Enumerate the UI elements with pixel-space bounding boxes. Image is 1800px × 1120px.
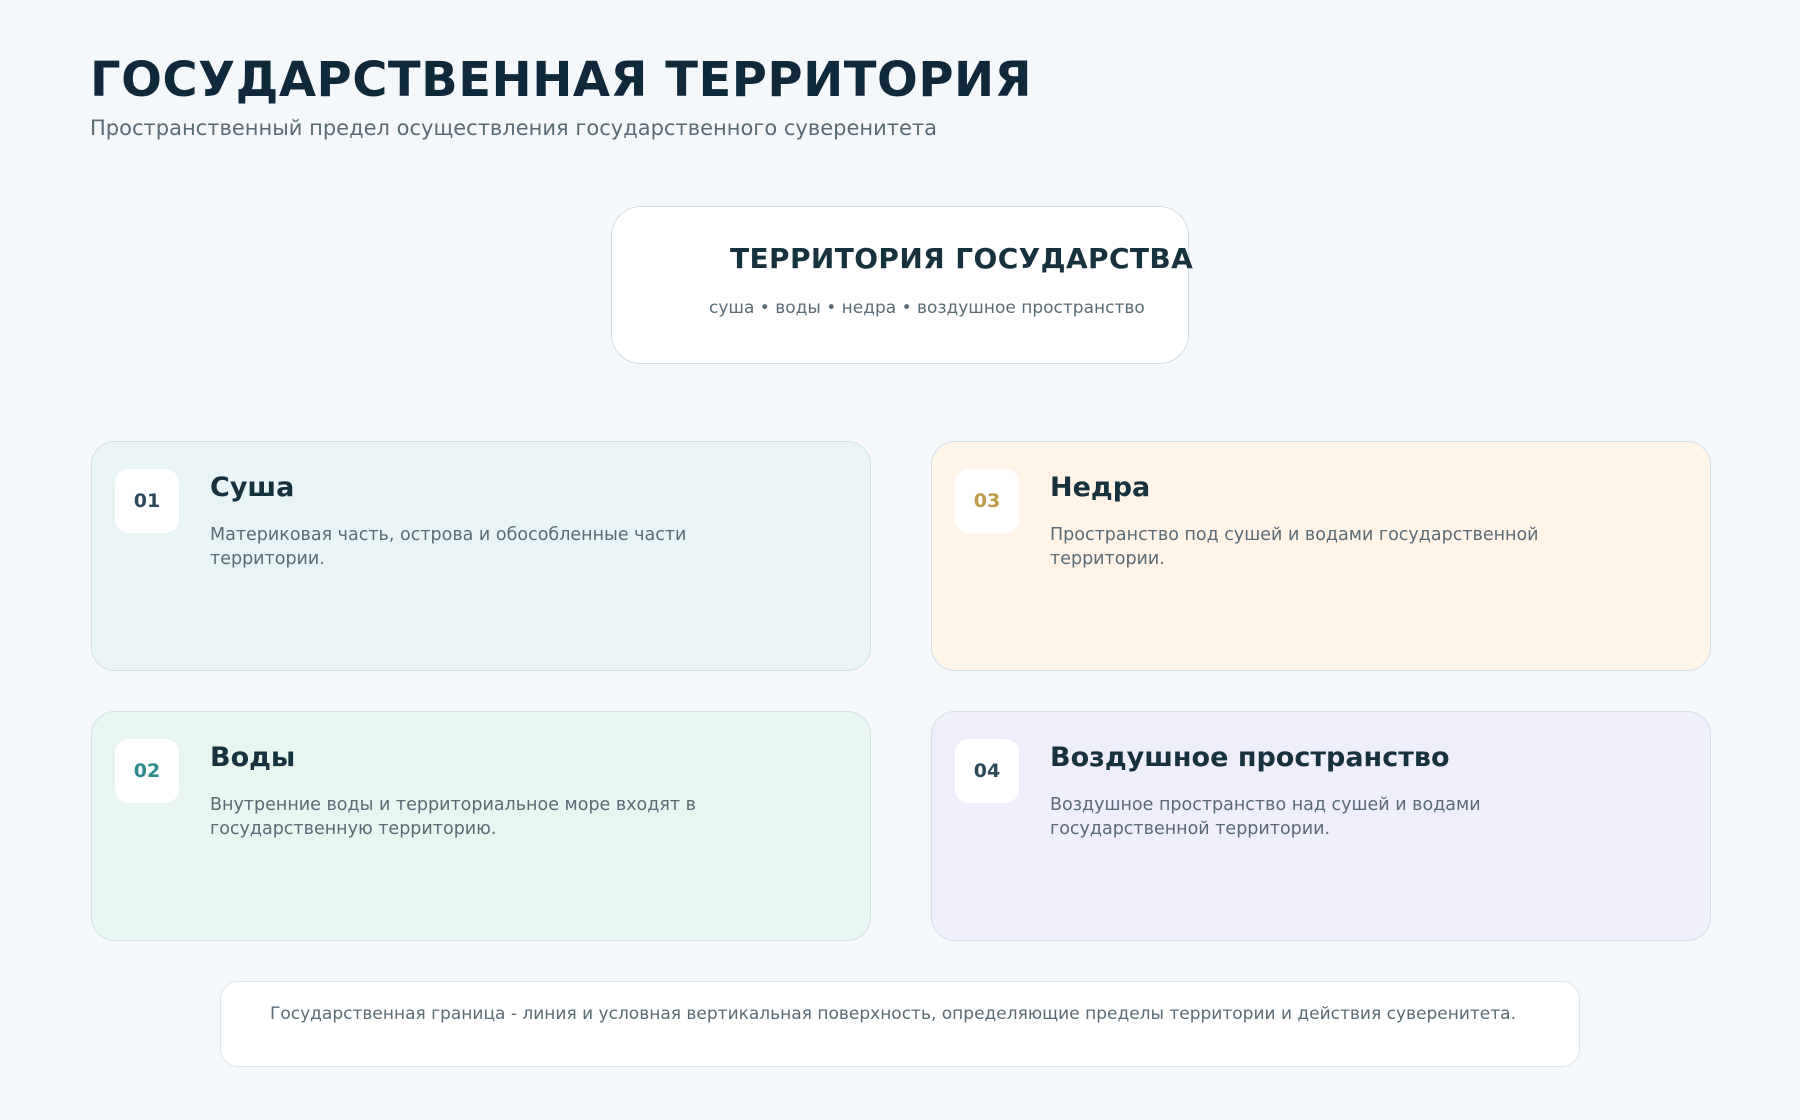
card-number-badge: 02 [115,739,179,803]
central-concept-title: ТЕРРИТОРИЯ ГОСУДАРСТВА [730,242,1194,275]
page-title: ГОСУДАРСТВЕННАЯ ТЕРРИТОРИЯ [90,52,1033,108]
card-land: 01 Суша Материковая часть, острова и обо… [91,441,871,671]
card-title: Недра [1050,472,1151,503]
card-description: Пространство под сушей и водами государс… [1050,525,1539,569]
card-airspace: 04 Воздушное пространство Воздушное прос… [931,711,1711,941]
card-number-badge: 03 [955,469,1019,533]
footer-note: Государственная граница - линия и условн… [220,981,1580,1067]
card-title: Воды [210,742,296,773]
card-number-badge: 01 [115,469,179,533]
page-subtitle: Пространственный предел осуществления го… [90,116,938,140]
card-waters: 02 Воды Внутренние воды и территориально… [91,711,871,941]
card-subsoil: 03 Недра Пространство под сушей и водами… [931,441,1711,671]
card-description: Материковая часть, острова и обособленны… [210,525,687,569]
card-title: Воздушное пространство [1050,742,1450,773]
central-concept-box: ТЕРРИТОРИЯ ГОСУДАРСТВА суша • воды • нед… [611,206,1193,364]
footer-note-text: Государственная граница - линия и условн… [270,1004,1516,1024]
central-concept-subtitle: суша • воды • недра • воздушное простран… [709,298,1145,318]
card-title: Суша [210,472,295,503]
card-description: Воздушное пространство над сушей и водам… [1050,795,1481,839]
card-number-badge: 04 [955,739,1019,803]
card-description: Внутренние воды и территориальное море в… [210,795,696,839]
